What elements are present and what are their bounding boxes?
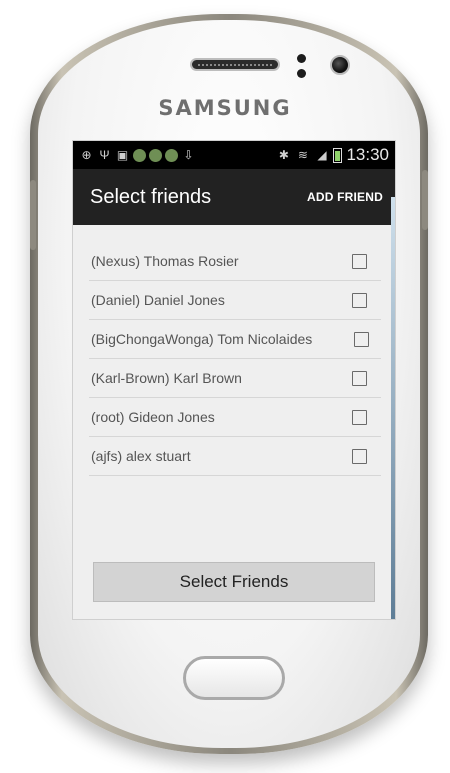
- location-icon: [149, 148, 162, 162]
- plus-icon: ⊕: [81, 147, 92, 162]
- friend-row[interactable]: (Karl-Brown) Karl Brown: [89, 359, 381, 398]
- friend-name: (Karl-Brown) Karl Brown: [91, 370, 242, 386]
- friend-name: (Nexus) Thomas Rosier: [91, 253, 239, 269]
- location-icon: [165, 148, 178, 162]
- friend-row[interactable]: (BigChongaWonga) Tom Nicolaides: [89, 320, 381, 359]
- signal-icon: ◢: [317, 147, 327, 162]
- battery-icon: [333, 147, 343, 163]
- wifi-icon: ≋: [297, 147, 308, 162]
- power-key: [422, 170, 428, 230]
- friend-name: (Daniel) Daniel Jones: [91, 292, 225, 308]
- friend-checkbox[interactable]: [354, 331, 369, 347]
- friend-row[interactable]: (Nexus) Thomas Rosier: [89, 242, 381, 281]
- device-frame: SAMSUNG ⊕ Ψ ▣ ⇩ ✱ ≋ ◢ 13:30 Select frien…: [0, 0, 450, 773]
- footer: Select Friends: [93, 562, 375, 602]
- front-camera: [330, 55, 350, 75]
- brand-logo: SAMSUNG: [158, 96, 292, 120]
- friend-list: (Nexus) Thomas Rosier (Daniel) Daniel Jo…: [89, 225, 381, 476]
- home-button[interactable]: [183, 656, 285, 700]
- system-icons: ✱ ≋ ◢ 13:30: [276, 145, 389, 165]
- screen: ⊕ Ψ ▣ ⇩ ✱ ≋ ◢ 13:30 Select friends ADD F…: [72, 140, 396, 620]
- friend-row[interactable]: (Daniel) Daniel Jones: [89, 281, 381, 320]
- location-icon: [133, 148, 146, 162]
- friend-checkbox[interactable]: [352, 448, 367, 464]
- usb-icon: Ψ: [99, 147, 110, 162]
- clock: 13:30: [346, 145, 389, 164]
- friend-checkbox[interactable]: [352, 370, 367, 386]
- friend-checkbox[interactable]: [352, 253, 367, 269]
- notification-icons: ⊕ Ψ ▣ ⇩: [79, 148, 276, 163]
- friend-checkbox[interactable]: [352, 409, 367, 425]
- friend-checkbox[interactable]: [352, 292, 367, 308]
- image-icon: ▣: [116, 147, 129, 162]
- friend-name: (ajfs) alex stuart: [91, 448, 191, 464]
- status-bar: ⊕ Ψ ▣ ⇩ ✱ ≋ ◢ 13:30: [73, 141, 395, 169]
- friend-row[interactable]: (ajfs) alex stuart: [89, 437, 381, 476]
- proximity-sensor: [297, 54, 306, 63]
- download-icon: ⇩: [183, 147, 194, 162]
- page-title: Select friends: [90, 185, 212, 208]
- friend-row[interactable]: (root) Gideon Jones: [89, 398, 381, 437]
- friend-name: (BigChongaWonga) Tom Nicolaides: [91, 331, 313, 347]
- select-friends-button[interactable]: Select Friends: [93, 562, 375, 602]
- light-sensor: [297, 69, 306, 78]
- bluetooth-icon: ✱: [278, 147, 289, 162]
- volume-key: [30, 180, 36, 250]
- add-friend-button[interactable]: ADD FRIEND: [307, 190, 383, 204]
- earpiece-speaker: [190, 58, 280, 71]
- friend-name: (root) Gideon Jones: [91, 409, 215, 425]
- action-bar: Select friends ADD FRIEND: [73, 169, 395, 225]
